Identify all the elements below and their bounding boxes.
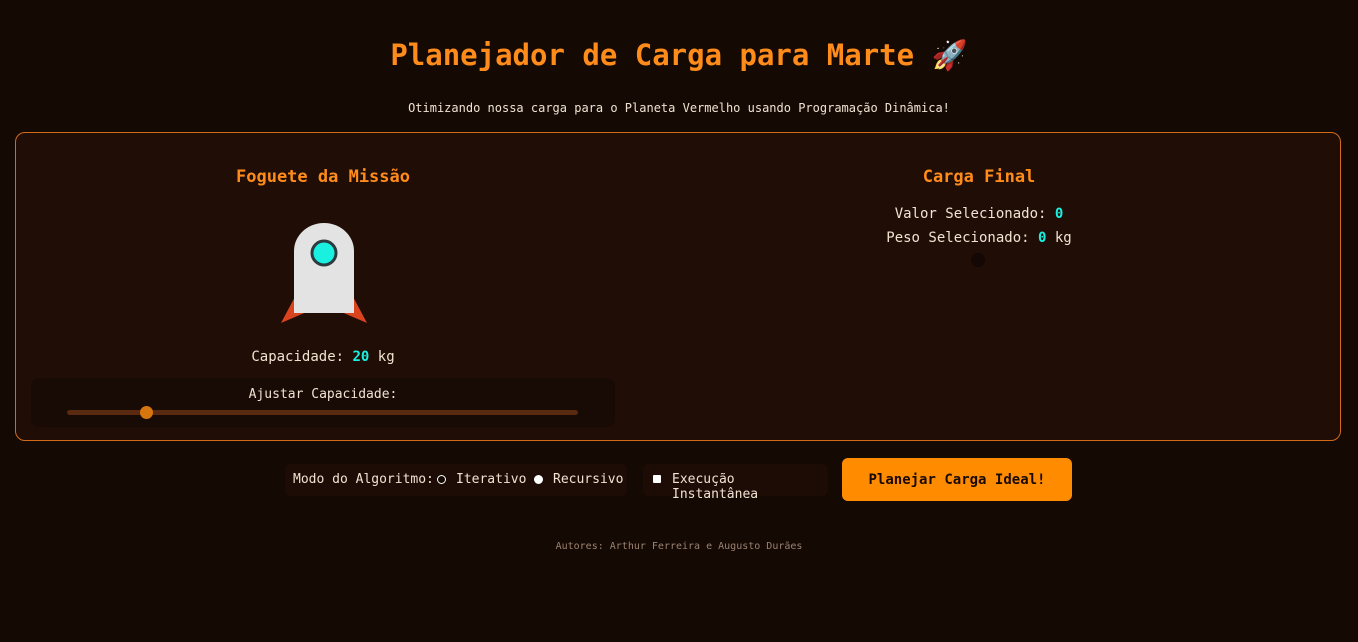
selected-weight-unit: kg: [1054, 230, 1072, 246]
capacity-slider[interactable]: [67, 406, 578, 419]
capacity-slider-thumb[interactable]: [140, 406, 154, 419]
selected-weight: 0: [1038, 230, 1047, 246]
app-page: Planejador de Carga para Marte 🚀 Otimiza…: [0, 0, 1358, 642]
rocket-icon: [281, 223, 367, 323]
capacity-slider-label: Ajustar Capacidade:: [248, 387, 398, 402]
capacity-unit: kg: [377, 349, 395, 365]
selected-value: 0: [1054, 206, 1064, 222]
capacity-label: Capacidade:: [251, 349, 345, 365]
selected-weight-label: Peso Selecionado:: [886, 230, 1030, 246]
selected-weight-line: Peso Selecionado: 0 kg: [679, 230, 1279, 246]
rocket-body: [294, 223, 354, 313]
radio-recursive-label[interactable]: Recursivo: [553, 472, 623, 487]
instant-execution-checkbox[interactable]: [653, 475, 661, 483]
mission-panel: Foguete da Missão Capacidade: 20 kg Ajus…: [15, 132, 1341, 441]
page-title: Planejador de Carga para Marte 🚀: [0, 38, 1358, 73]
plan-cargo-button[interactable]: Planejar Carga Ideal!: [842, 458, 1072, 501]
selected-value-line: Valor Selecionado: 0: [679, 206, 1279, 222]
page-title-text: Planejador de Carga para Marte: [390, 38, 915, 72]
radio-iterative[interactable]: [437, 475, 446, 484]
radio-iterative-label[interactable]: Iterativo: [456, 472, 526, 487]
mission-rocket-section: Foguete da Missão Capacidade: 20 kg Ajus…: [31, 133, 615, 442]
selected-value-label: Valor Selecionado:: [894, 206, 1047, 222]
capacity-value: 20: [352, 349, 370, 365]
footer-authors: Autores: Arthur Ferreira e Augusto Durãe…: [555, 541, 803, 552]
cargo-placeholder-dot: [971, 253, 985, 267]
capacity-readout: Capacidade: 20 kg: [31, 349, 615, 365]
rocket-window: [310, 239, 338, 267]
instant-execution-group: Execução Instantânea: [643, 464, 828, 502]
algorithm-mode-group: Modo do Algoritmo: Iterativo Recursivo: [285, 464, 627, 496]
page-subtitle: Otimizando nossa carga para o Planeta Ve…: [408, 101, 950, 115]
final-cargo-section: Carga Final Valor Selecionado: 0 Peso Se…: [679, 133, 1279, 442]
rocket-emoji-icon: 🚀: [931, 38, 968, 72]
algorithm-mode-label: Modo do Algoritmo:: [293, 472, 434, 487]
instant-execution-label[interactable]: Execução Instantânea: [672, 472, 828, 502]
final-cargo-title: Carga Final: [922, 167, 1036, 187]
capacity-slider-box: Ajustar Capacidade:: [31, 378, 615, 427]
mission-rocket-title: Foguete da Missão: [236, 167, 410, 187]
radio-recursive[interactable]: [534, 475, 543, 484]
